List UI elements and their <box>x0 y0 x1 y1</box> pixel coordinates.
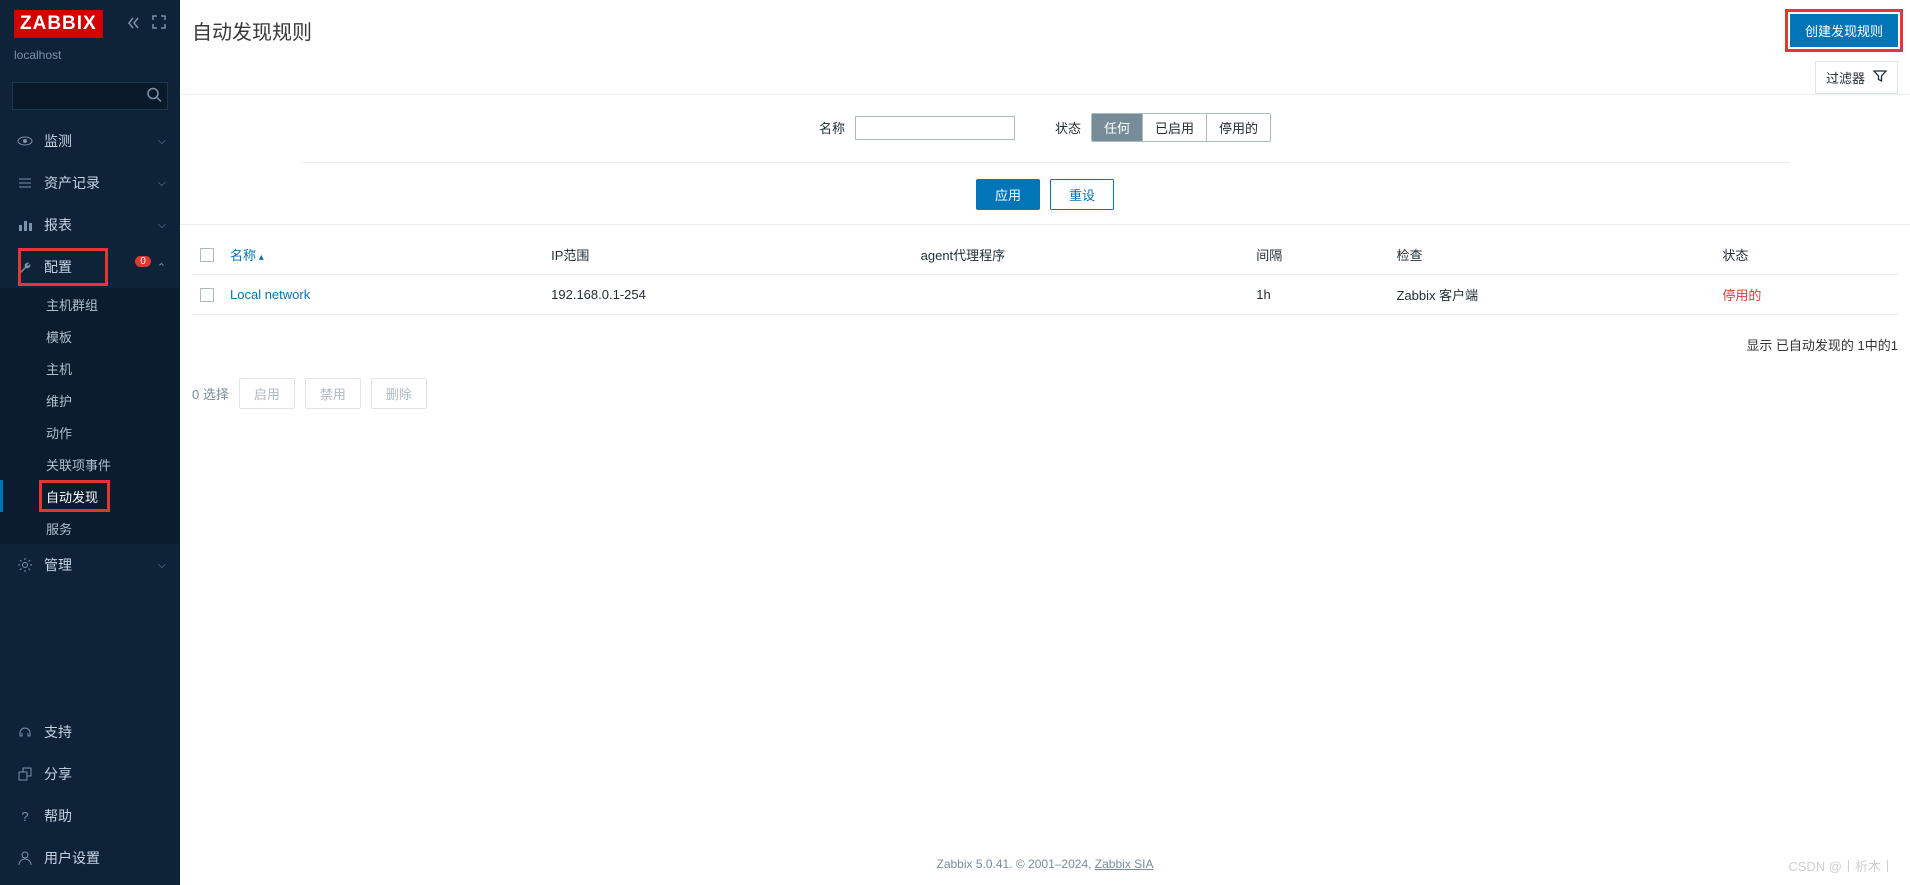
hostname: localhost <box>14 48 166 62</box>
sub-templates[interactable]: 模板 <box>0 320 180 352</box>
headset-icon <box>14 724 36 740</box>
eye-icon <box>14 133 36 149</box>
user-icon <box>14 850 36 866</box>
create-rule-button[interactable]: 创建发现规则 <box>1790 14 1898 47</box>
config-badge: 0 <box>135 256 151 267</box>
sub-hosts[interactable]: 主机 <box>0 352 180 384</box>
filter-label: 过滤器 <box>1826 68 1865 87</box>
chart-icon <box>14 217 36 233</box>
footer-text: Zabbix 5.0.41. © 2001–2024, Zabbix SIA <box>937 857 1154 871</box>
wrench-icon <box>14 259 36 275</box>
chevron-down-icon: ⌵ <box>158 219 166 232</box>
list-icon <box>14 175 36 191</box>
nav-share[interactable]: 分享 <box>0 753 180 795</box>
col-proxy: agent代理程序 <box>913 235 1249 275</box>
sidebar: ZABBIX localhost 监测 <box>0 0 180 885</box>
chevron-down-icon: ⌵ <box>158 135 166 148</box>
nav-monitor[interactable]: 监测 ⌵ <box>0 120 180 162</box>
filter-icon <box>1873 69 1887 86</box>
status-any[interactable]: 任何 <box>1092 114 1143 141</box>
table-row: Local network 192.168.0.1-254 1h Zabbix … <box>192 275 1898 315</box>
chevron-down-icon: ⌵ <box>158 559 166 572</box>
nav-label: 支持 <box>44 722 166 742</box>
nav-label: 报表 <box>44 215 158 235</box>
selected-count: 0 选择 <box>192 384 229 403</box>
sub-label: 主机群组 <box>46 295 98 314</box>
main-content: 自动发现规则 创建发现规则 过滤器 名称 状态 任何 已启用 <box>180 0 1910 885</box>
row-checks: Zabbix 客户端 <box>1388 275 1714 315</box>
status-enabled[interactable]: 已启用 <box>1143 114 1207 141</box>
reset-button[interactable]: 重设 <box>1050 179 1114 210</box>
nav-label: 分享 <box>44 764 166 784</box>
nav-label: 配置 <box>44 257 137 277</box>
chevron-down-icon: ⌵ <box>158 177 166 190</box>
sub-label: 自动发现 <box>46 487 98 506</box>
sub-label: 主机 <box>46 359 72 378</box>
gear-icon <box>14 557 36 573</box>
select-all-checkbox[interactable] <box>200 248 214 262</box>
bulk-disable[interactable]: 禁用 <box>305 378 361 409</box>
filter-toggle[interactable]: 过滤器 <box>1815 61 1898 94</box>
nav-support[interactable]: 支持 <box>0 711 180 753</box>
col-status: 状态 <box>1714 235 1898 275</box>
sub-label: 关联项事件 <box>46 455 111 474</box>
nav-label: 资产记录 <box>44 173 158 193</box>
col-name[interactable]: 名称 <box>230 248 264 263</box>
col-checks: 检查 <box>1388 235 1714 275</box>
sub-label: 维护 <box>46 391 72 410</box>
footer-link[interactable]: Zabbix SIA <box>1095 857 1154 871</box>
sub-correlation[interactable]: 关联项事件 <box>0 448 180 480</box>
sub-label: 服务 <box>46 519 72 538</box>
page-title: 自动发现规则 <box>192 16 1790 45</box>
row-iprange: 192.168.0.1-254 <box>543 275 912 315</box>
watermark: CSDN @丨析木丨 <box>1788 856 1894 875</box>
bulk-enable[interactable]: 启用 <box>239 378 295 409</box>
nav-label: 用户设置 <box>44 848 166 868</box>
sub-maintenance[interactable]: 维护 <box>0 384 180 416</box>
sub-hostgroups[interactable]: 主机群组 <box>0 288 180 320</box>
nav-admin[interactable]: 管理 ⌵ <box>0 544 180 586</box>
filter-name-input[interactable] <box>855 116 1015 140</box>
filter-form: 名称 状态 任何 已启用 停用的 应用 重设 <box>180 94 1910 225</box>
name-label: 名称 <box>819 118 845 137</box>
row-checkbox[interactable] <box>200 288 214 302</box>
sub-label: 动作 <box>46 423 72 442</box>
fullscreen-icon[interactable] <box>152 15 166 34</box>
status-disabled[interactable]: 停用的 <box>1207 114 1270 141</box>
bulk-delete[interactable]: 删除 <box>371 378 427 409</box>
status-label: 状态 <box>1055 118 1081 137</box>
col-iprange: IP范围 <box>543 235 912 275</box>
row-interval: 1h <box>1248 275 1388 315</box>
sub-label: 模板 <box>46 327 72 346</box>
share-icon <box>14 766 36 782</box>
sub-actions[interactable]: 动作 <box>0 416 180 448</box>
col-interval: 间隔 <box>1248 235 1388 275</box>
nav-usersettings[interactable]: 用户设置 <box>0 837 180 879</box>
sub-discovery[interactable]: 自动发现 <box>0 480 180 512</box>
search-icon[interactable] <box>146 87 162 106</box>
logo[interactable]: ZABBIX <box>14 10 103 38</box>
nav-help[interactable]: ? 帮助 <box>0 795 180 837</box>
row-proxy <box>913 275 1249 315</box>
rules-table: 名称 IP范围 agent代理程序 间隔 检查 状态 Local network… <box>192 235 1898 315</box>
table-summary: 显示 已自动发现的 1中的1 <box>180 325 1910 364</box>
row-name[interactable]: Local network <box>230 287 310 302</box>
help-icon: ? <box>14 809 36 824</box>
nav-inventory[interactable]: 资产记录 ⌵ <box>0 162 180 204</box>
footer-copy: Zabbix 5.0.41. © 2001–2024, <box>937 857 1095 871</box>
sub-services[interactable]: 服务 <box>0 512 180 544</box>
nav-label: 帮助 <box>44 806 166 826</box>
nav-reports[interactable]: 报表 ⌵ <box>0 204 180 246</box>
chevron-up-icon: ⌃ <box>157 261 166 274</box>
nav-config[interactable]: 配置 0 ⌃ <box>0 246 180 288</box>
nav-label: 管理 <box>44 555 158 575</box>
apply-button[interactable]: 应用 <box>976 179 1040 210</box>
nav-label: 监测 <box>44 131 158 151</box>
collapse-icon[interactable] <box>126 15 142 34</box>
search-input[interactable] <box>12 82 168 110</box>
row-status[interactable]: 停用的 <box>1722 288 1761 303</box>
